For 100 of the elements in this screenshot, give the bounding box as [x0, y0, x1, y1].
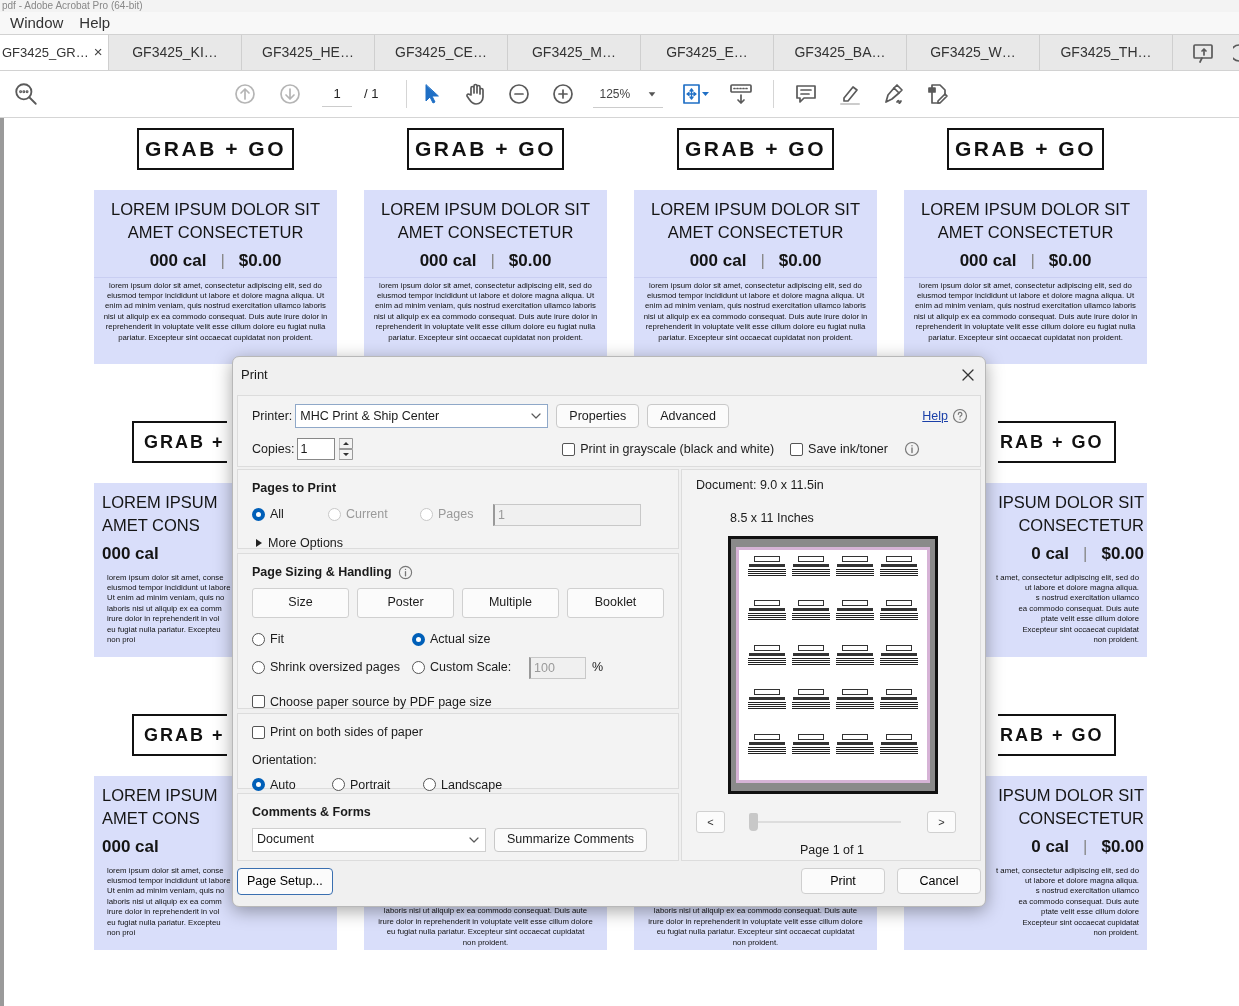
- expander-link[interactable]: More Options: [268, 533, 344, 553]
- calories-text: 000 cal: [102, 543, 159, 565]
- logo-box: RAB + GO: [998, 714, 1116, 756]
- checkbox[interactable]: [252, 695, 265, 709]
- unit-label: %: [592, 659, 604, 677]
- label-title: LOREM IPSUM DOLOR SIT AMET CONSECTETUR: [920, 199, 1131, 243]
- page-setup-button[interactable]: Page Setup...: [237, 867, 333, 895]
- label-title: CONSECTETUR: [1018, 515, 1144, 536]
- label-title: LOREM IPSUM: [102, 492, 218, 513]
- separator-text: |: [220, 250, 225, 272]
- mode-button[interactable]: Poster: [357, 587, 454, 618]
- option-label: Current: [346, 506, 388, 524]
- help-link[interactable]: Help: [922, 406, 948, 426]
- caret-icon: [647, 89, 658, 98]
- label-title: IPSUM DOLOR SIT: [998, 492, 1144, 513]
- radio-button[interactable]: [423, 778, 436, 792]
- printer-dropdown[interactable]: MHC Print & Ship Center: [295, 404, 549, 428]
- option-label: Fit: [270, 630, 284, 648]
- separator-text: |: [1083, 836, 1088, 858]
- previous-page-button[interactable]: <: [696, 811, 725, 834]
- dialog-button[interactable]: Properties: [556, 404, 640, 428]
- zoom-in-icon[interactable]: [551, 82, 576, 106]
- page-count: / 1: [364, 85, 379, 104]
- option-label: Portrait: [350, 776, 391, 794]
- radio-button[interactable]: [332, 778, 345, 792]
- radio-button[interactable]: [252, 632, 265, 646]
- label-title: CONSECTETUR: [1018, 808, 1144, 829]
- radio-button[interactable]: [412, 661, 425, 674]
- radio-button[interactable]: [412, 632, 425, 646]
- cancel-button[interactable]: Cancel: [897, 868, 981, 894]
- price-text: $0.00: [1048, 250, 1092, 272]
- field-label: Copies:: [252, 440, 295, 458]
- menu-item[interactable]: Window: [10, 11, 64, 35]
- mode-button[interactable]: Multiple: [462, 587, 559, 618]
- page-number-field[interactable]: 1: [322, 81, 352, 107]
- section-title: Comments & Forms: [252, 804, 372, 821]
- copies-field[interactable]: 1: [297, 438, 336, 460]
- label-title: LOREM IPSUM DOLOR SIT AMET CONSECTETUR: [650, 199, 861, 243]
- checkbox[interactable]: [562, 442, 576, 456]
- radio-button[interactable]: [252, 508, 265, 522]
- zoom-dropdown[interactable]: 125%: [593, 80, 664, 108]
- radio-button[interactable]: [252, 661, 265, 674]
- field-label: Printer:: [252, 407, 293, 425]
- option-label: Actual size: [430, 630, 491, 648]
- next-page-button[interactable]: >: [927, 811, 956, 834]
- mode-button[interactable]: Booklet: [567, 587, 664, 618]
- zoom-out-icon[interactable]: [507, 82, 532, 106]
- separator-text: |: [760, 250, 765, 272]
- logo-box: GRAB +: [132, 421, 227, 463]
- price-text: $0.00: [778, 250, 822, 272]
- print-button[interactable]: Print: [801, 868, 885, 894]
- checkbox-label: Choose paper source by PDF page size: [270, 693, 492, 711]
- checkbox[interactable]: [252, 725, 265, 739]
- close-tab-icon[interactable]: ×: [93, 41, 103, 64]
- label-title: LOREM IPSUM DOLOR SIT AMET CONSECTETUR: [380, 199, 591, 243]
- label-title: AMET CONS: [102, 808, 200, 829]
- separator-text: |: [1083, 543, 1088, 565]
- close-icon: [961, 368, 975, 382]
- radio-button[interactable]: [252, 778, 265, 792]
- menu-item[interactable]: Help: [79, 11, 111, 35]
- edit-document-icon[interactable]: [926, 82, 951, 106]
- label-title: LOREM IPSUM DOLOR SIT AMET CONSECTETUR: [110, 199, 321, 243]
- spin-button-icon[interactable]: [339, 438, 354, 460]
- calories-text: 000 cal: [149, 250, 207, 272]
- dialog-button[interactable]: Advanced: [647, 404, 729, 428]
- expand-triangle-icon[interactable]: [256, 539, 262, 548]
- scroll-mode-icon[interactable]: [729, 82, 754, 106]
- info-icon[interactable]: [904, 441, 920, 457]
- document-tab[interactable]: GF3425_GR… ×: [0, 35, 109, 70]
- option-label: Landscape: [441, 776, 503, 794]
- info-icon[interactable]: [397, 564, 413, 580]
- window-title: pdf - Adobe Acrobat Pro (64-bit): [0, 0, 1239, 12]
- calories-text: 0 cal: [1031, 543, 1070, 565]
- comments-dropdown[interactable]: Document: [252, 827, 486, 852]
- option-label: Pages: [438, 506, 474, 524]
- logo-box: GRAB + GO: [407, 128, 564, 170]
- separator-text: |: [1030, 250, 1035, 272]
- logo-box: GRAB +: [132, 714, 227, 756]
- dialog-button[interactable]: Summarize Comments: [494, 827, 648, 852]
- fit-page-icon[interactable]: [681, 82, 712, 106]
- checkbox-label: Save ink/toner: [808, 440, 888, 458]
- price-text: $0.00: [1101, 543, 1144, 565]
- option-label: Custom Scale:: [430, 659, 512, 677]
- dialog-title: Print: [241, 366, 268, 385]
- label-title: AMET CONS: [102, 515, 200, 536]
- checkbox[interactable]: [790, 442, 804, 456]
- paper-size-text: 8.5 x 11 Inches: [730, 509, 814, 527]
- logo-box: GRAB + GO: [677, 128, 834, 170]
- comment-icon[interactable]: [794, 82, 819, 106]
- logo-box: RAB + GO: [998, 421, 1116, 463]
- slider-handle[interactable]: [749, 813, 758, 832]
- field-label: Orientation:: [252, 751, 318, 769]
- calories-text: 000 cal: [689, 250, 747, 272]
- checkbox-label: Print in grayscale (black and white): [580, 440, 775, 458]
- price-text: $0.00: [238, 250, 282, 272]
- help-icon[interactable]: [952, 408, 968, 424]
- calories-text: 000 cal: [419, 250, 477, 272]
- search-icon[interactable]: [13, 81, 39, 107]
- document-size-text: Document: 9.0 x 11.5in: [696, 477, 824, 494]
- mode-button[interactable]: Size: [252, 587, 349, 618]
